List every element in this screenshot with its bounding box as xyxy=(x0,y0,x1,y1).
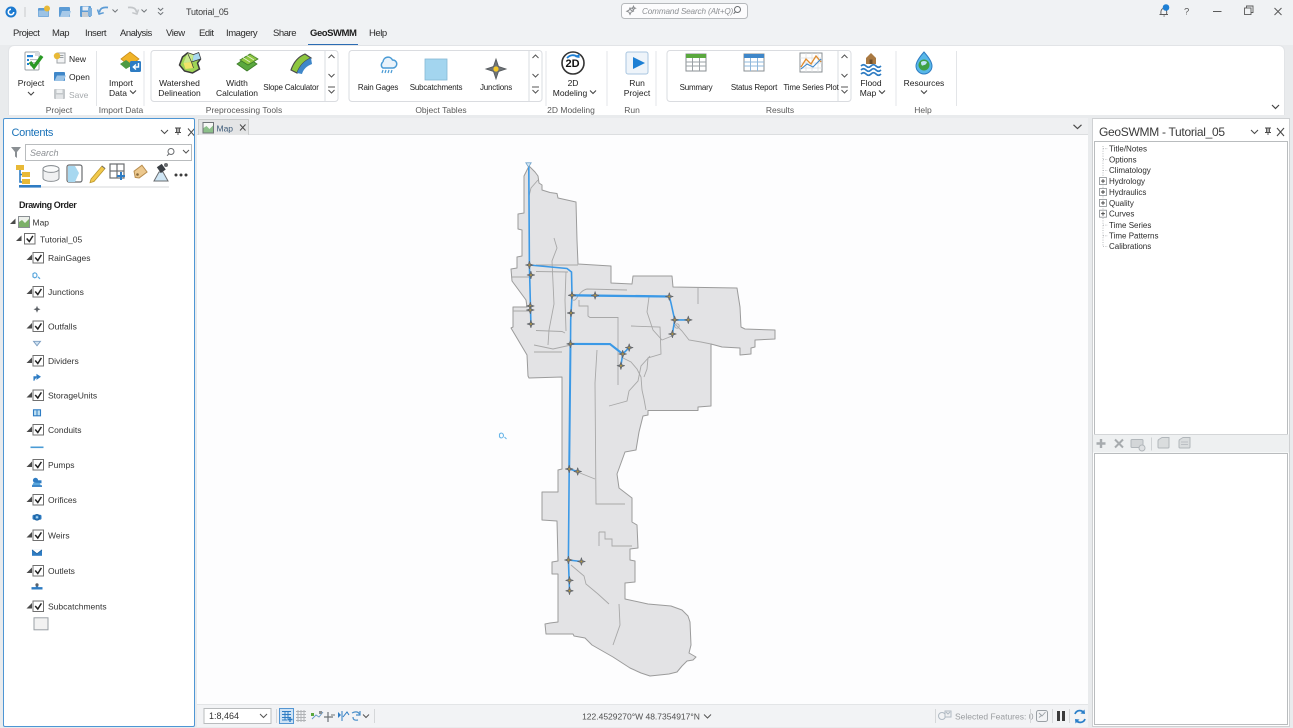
svg-text:Hydrology: Hydrology xyxy=(1109,177,1145,186)
svg-text:Junctions: Junctions xyxy=(480,83,512,92)
svg-text:Time Series: Time Series xyxy=(1109,221,1151,230)
svg-text:Resources: Resources xyxy=(904,78,945,88)
svg-text:Slope Calculator: Slope Calculator xyxy=(263,83,319,92)
svg-text:Subcatchments: Subcatchments xyxy=(410,83,463,92)
svg-text:Options: Options xyxy=(1109,155,1137,164)
svg-text:Command Search (Alt+Q): Command Search (Alt+Q) xyxy=(642,7,734,16)
svg-text:Calibrations: Calibrations xyxy=(1109,242,1151,251)
svg-text:GeoSWMM - Tutorial_05: GeoSWMM - Tutorial_05 xyxy=(1099,125,1225,139)
svg-text:Conduits: Conduits xyxy=(48,425,82,435)
svg-text:Hydraulics: Hydraulics xyxy=(1109,188,1146,197)
svg-text:Tutorial_05: Tutorial_05 xyxy=(40,235,82,245)
svg-text:Curves: Curves xyxy=(1109,210,1134,219)
svg-text:Subcatchments: Subcatchments xyxy=(48,602,107,612)
svg-text:Climatology: Climatology xyxy=(1109,166,1151,175)
svg-text:Width: Width xyxy=(226,78,248,88)
svg-text:Calculation: Calculation xyxy=(216,88,258,98)
svg-text:Pumps: Pumps xyxy=(48,460,74,470)
svg-text:Drawing Order: Drawing Order xyxy=(19,200,77,210)
svg-text:Import: Import xyxy=(109,78,134,88)
svg-text:Map: Map xyxy=(860,88,877,98)
svg-text:Title/Notes: Title/Notes xyxy=(1109,145,1147,154)
svg-text:Time Series Plot: Time Series Plot xyxy=(783,83,839,92)
svg-text:Summary: Summary xyxy=(680,83,713,92)
svg-text:Project: Project xyxy=(18,78,45,88)
svg-text:Project: Project xyxy=(624,88,651,98)
svg-text:?: ? xyxy=(1184,7,1189,18)
svg-text:Junctions: Junctions xyxy=(48,287,84,297)
svg-text:Rain Gages: Rain Gages xyxy=(358,83,398,92)
svg-text:New: New xyxy=(69,54,87,64)
svg-text:Quality: Quality xyxy=(1109,199,1134,208)
svg-text:Open: Open xyxy=(69,72,90,82)
svg-text:StorageUnits: StorageUnits xyxy=(48,391,97,401)
svg-text:Map: Map xyxy=(217,124,234,134)
svg-text:Outlets: Outlets xyxy=(48,566,75,576)
svg-text:1:8,464: 1:8,464 xyxy=(209,711,239,721)
svg-text:122.4529270°W 48.7354917°N: 122.4529270°W 48.7354917°N xyxy=(582,712,700,722)
svg-text:Dividers: Dividers xyxy=(48,356,79,366)
svg-text:Status Report: Status Report xyxy=(731,83,778,92)
svg-text:2D: 2D xyxy=(568,78,579,88)
svg-text:2D: 2D xyxy=(565,58,579,70)
svg-text:Selected Features: 0: Selected Features: 0 xyxy=(955,712,1034,722)
svg-text:Modeling: Modeling xyxy=(553,88,588,98)
svg-text:Flood: Flood xyxy=(860,78,882,88)
svg-text:RainGages: RainGages xyxy=(48,253,91,263)
svg-text:Weirs: Weirs xyxy=(48,531,70,541)
svg-text:Contents: Contents xyxy=(12,127,54,139)
svg-text:Run: Run xyxy=(629,78,645,88)
svg-text:Data: Data xyxy=(109,88,127,98)
svg-text:Map: Map xyxy=(33,218,50,228)
svg-text:Outfalls: Outfalls xyxy=(48,322,77,332)
svg-text:Search: Search xyxy=(30,148,59,158)
svg-text:Tutorial_05: Tutorial_05 xyxy=(186,7,229,17)
svg-text:Save: Save xyxy=(69,90,89,100)
svg-text:Delineation: Delineation xyxy=(158,88,201,98)
svg-text:Time Patterns: Time Patterns xyxy=(1109,232,1159,241)
svg-text:Watershed: Watershed xyxy=(159,78,200,88)
svg-text:Orifices: Orifices xyxy=(48,495,77,505)
